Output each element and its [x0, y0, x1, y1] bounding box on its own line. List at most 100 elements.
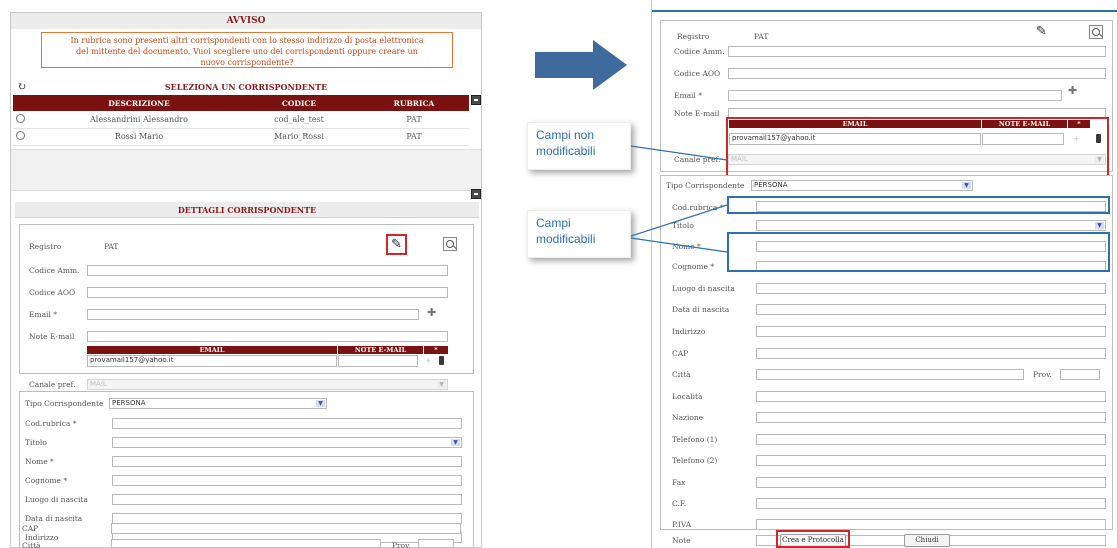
dropdown-arrow-icon[interactable]: ▼ — [962, 182, 971, 189]
luogo-input[interactable] — [112, 494, 462, 505]
select-radio[interactable] — [16, 113, 25, 123]
details-title: DETTAGLI CORRISPONDENTE — [15, 202, 479, 218]
magnifier-icon[interactable] — [1089, 25, 1103, 39]
codice-aoo-label: Codice AOO — [29, 288, 76, 297]
crea-protocolla-button[interactable]: Crea e Protocolla — [780, 534, 846, 547]
add-icon[interactable]: + — [1073, 134, 1079, 143]
email-label: Email * — [674, 91, 702, 100]
avviso-title: AVVISO — [11, 13, 481, 29]
note-email-value[interactable] — [338, 355, 418, 367]
note-email-label: Note E-mail — [674, 109, 720, 118]
star-column-header: * — [424, 346, 448, 354]
trash-icon[interactable] — [439, 356, 444, 365]
canale-value: MAIL — [90, 380, 107, 388]
email-value[interactable]: provamail157@yahoo.it — [87, 355, 337, 367]
codice-amm-input[interactable] — [87, 265, 448, 276]
citta-input[interactable] — [111, 539, 381, 548]
cod-rubrica-input[interactable] — [112, 418, 462, 429]
callout-non-modificabili: Campi non modificabili — [527, 122, 631, 170]
add-icon[interactable]: + — [425, 356, 431, 365]
codice-aoo-input[interactable] — [87, 287, 448, 298]
email-value[interactable]: provamail157@yahoo.it — [729, 133, 981, 145]
cognome-input[interactable] — [756, 261, 1106, 272]
citta-input[interactable] — [756, 369, 1024, 380]
cap-label: CAP — [22, 524, 39, 533]
star-column-header: * — [1068, 120, 1090, 128]
tel1-input[interactable] — [756, 434, 1106, 445]
chiudi-button[interactable]: Chiudi — [904, 534, 950, 547]
callout-non-mod-line1: Campi non — [536, 128, 595, 142]
localita-input[interactable] — [756, 391, 1106, 402]
right-panel: Registro PAT ✎ Codice Amm. Codice AOO Em… — [651, 0, 1118, 548]
cap-input[interactable] — [111, 523, 461, 534]
trash-icon[interactable] — [1096, 134, 1101, 143]
data-input[interactable] — [756, 304, 1106, 315]
table-row[interactable]: Alessandrini Alessandro cod_ale_test PAT — [13, 111, 469, 129]
note-email-input[interactable] — [728, 108, 1106, 119]
codice-amm-label: Codice Amm. — [674, 47, 725, 56]
select-radio[interactable] — [16, 131, 25, 140]
cap-input[interactable] — [756, 348, 1106, 359]
titolo-select[interactable]: ▼ — [112, 437, 462, 448]
cognome-label: Cognome * — [25, 476, 68, 485]
citta-label: Città — [672, 370, 691, 379]
col-descrizione[interactable]: DESCRIZIONE — [39, 95, 239, 111]
tel2-label: Telefono (2) — [672, 456, 718, 465]
callout-mod-line1: Campi — [536, 216, 571, 230]
codice-aoo-input[interactable] — [728, 68, 1106, 79]
cod-rubrica-input[interactable] — [756, 201, 1106, 212]
piva-input[interactable] — [756, 519, 1106, 530]
dropdown-arrow-icon[interactable]: ▼ — [1095, 222, 1104, 229]
note-label: Note — [672, 536, 691, 545]
nazione-input[interactable] — [756, 412, 1106, 423]
avviso-line-3: nuovo corrispondente? — [200, 58, 294, 67]
cognome-input[interactable] — [112, 475, 462, 486]
fax-input[interactable] — [756, 477, 1106, 488]
note-email-label: Note E-mail — [29, 332, 75, 341]
note-email-value[interactable] — [982, 133, 1064, 145]
cell-rubrica: PAT — [359, 128, 469, 146]
avviso-message: In rubrica sono presenti altri corrispon… — [41, 32, 453, 68]
prov-input[interactable] — [1060, 369, 1100, 380]
cell-codice: cod_ale_test — [239, 111, 359, 129]
indirizzo-label: Indirizzo — [672, 327, 706, 336]
tel2-input[interactable] — [756, 455, 1106, 466]
indirizzo-input[interactable] — [756, 326, 1106, 337]
note-column-header: NOTE E-MAIL — [338, 346, 423, 354]
titolo-select[interactable]: ▼ — [756, 220, 1106, 231]
tipo-label: Tipo Corrispondente — [25, 399, 104, 408]
registro-value: PAT — [754, 32, 769, 41]
luogo-input[interactable] — [756, 283, 1106, 294]
dropdown-arrow-icon[interactable]: ▼ — [316, 400, 325, 407]
codice-amm-input[interactable] — [728, 46, 1106, 57]
registro-value: PAT — [104, 242, 119, 251]
plus-icon[interactable]: ✚ — [427, 307, 436, 318]
avviso-line-1: In rubrica sono presenti altri corrispon… — [70, 36, 424, 45]
email-label: Email * — [29, 310, 57, 319]
plus-icon[interactable]: ✚ — [1068, 85, 1077, 96]
minimize-icon[interactable] — [471, 189, 481, 199]
col-codice[interactable]: CODICE — [239, 95, 359, 111]
callout-mod-line2: modificabili — [536, 232, 596, 246]
email-input[interactable] — [87, 309, 419, 320]
canale-value: MAIL — [731, 155, 748, 163]
pencil-icon[interactable]: ✎ — [1036, 25, 1047, 38]
email-column-header: EMAIL — [87, 346, 337, 354]
select-title: SELEZIONA UN CORRISPONDENTE — [164, 82, 328, 92]
registro-label: Registro — [29, 242, 62, 251]
pencil-icon[interactable]: ✎ — [391, 238, 402, 251]
col-rubrica[interactable]: RUBRICA — [359, 95, 469, 111]
tel1-label: Telefono (1) — [672, 435, 718, 444]
email-input[interactable] — [728, 90, 1062, 101]
cf-input[interactable] — [756, 498, 1106, 509]
titolo-label: Titolo — [672, 221, 694, 230]
magnifier-icon[interactable] — [443, 237, 457, 251]
registro-label: Registro — [677, 32, 710, 41]
nome-input[interactable] — [756, 241, 1106, 252]
dropdown-arrow-icon[interactable]: ▼ — [451, 439, 460, 446]
minimize-icon[interactable] — [471, 95, 481, 105]
nome-input[interactable] — [112, 456, 462, 467]
note-email-input[interactable] — [87, 331, 448, 342]
prov-input[interactable] — [418, 539, 454, 548]
table-row[interactable]: Rossi Mario Mario_Rossi PAT — [13, 128, 469, 146]
